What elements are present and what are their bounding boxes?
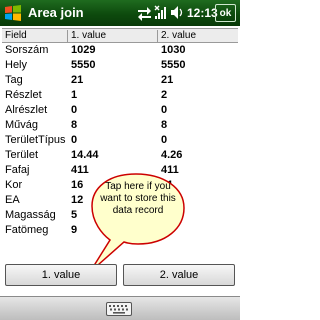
field-name: Terület: [5, 149, 39, 161]
value-1-cell: 411: [71, 164, 89, 176]
field-name: Sorszám: [5, 44, 49, 56]
value-1-cell: 12: [71, 194, 84, 206]
field-name: Részlet: [5, 89, 42, 101]
value-2-cell: 5550: [161, 59, 186, 71]
callout-text: Tap here if you want to store this data …: [100, 181, 176, 216]
select-value-1-button[interactable]: 1. value: [5, 264, 117, 286]
value-2-cell: 411: [161, 164, 179, 176]
column-header-field[interactable]: Field: [2, 30, 68, 43]
table-row[interactable]: Alrészlet 0 0: [2, 104, 238, 119]
field-name: Hely: [5, 59, 28, 71]
table-row[interactable]: TerületTípus 0 0: [2, 134, 238, 149]
table-row[interactable]: Sorszám 1029 1030: [2, 44, 238, 59]
table-row[interactable]: Művág 8 8: [2, 119, 238, 134]
windows-flag-icon[interactable]: [3, 3, 23, 23]
table-row[interactable]: Fatömeg 9: [2, 224, 238, 239]
table-row[interactable]: Terület 14.44 4.26: [2, 149, 238, 164]
field-name: Kor: [5, 179, 23, 191]
menu-bar: [0, 296, 240, 320]
connectivity-arrows-icon[interactable]: [137, 6, 152, 21]
table-row[interactable]: Hely 5550 5550: [2, 59, 238, 74]
table-row[interactable]: Részlet 1 2: [2, 89, 238, 104]
field-name: EA: [5, 194, 20, 206]
field-name: Alrészlet: [5, 104, 48, 116]
field-name: TerületTípus: [5, 134, 66, 146]
field-name: Fafaj: [5, 164, 30, 176]
field-name: Tag: [5, 74, 23, 86]
column-header-value-1[interactable]: 1. value: [68, 30, 158, 43]
value-2-cell: 0: [161, 134, 168, 146]
value-2-cell: 4.26: [161, 149, 183, 161]
keyboard-icon[interactable]: [106, 302, 132, 316]
value-1-cell: 0: [71, 134, 78, 146]
value-1-cell: 5: [71, 209, 78, 221]
grid-header: Field 1. value 2. value: [2, 28, 238, 43]
value-2-cell: 2: [161, 89, 168, 101]
speaker-icon[interactable]: [170, 5, 184, 20]
value-2-cell: 0: [161, 104, 168, 116]
value-1-cell: 1029: [71, 44, 96, 56]
value-2-cell: 1030: [161, 44, 186, 56]
clock[interactable]: 12:13: [187, 6, 218, 20]
field-name: Művág: [5, 119, 39, 131]
value-2-cell: 8: [161, 119, 168, 131]
value-1-cell: 5550: [71, 59, 96, 71]
value-1-cell: 1: [71, 89, 78, 101]
value-2-cell: 21: [161, 74, 174, 86]
field-name: Fatömeg: [5, 224, 49, 236]
table-row[interactable]: Tag 21 21: [2, 74, 238, 89]
value-1-cell: 0: [71, 104, 78, 116]
value-1-cell: 9: [71, 224, 78, 236]
column-header-value-2[interactable]: 2. value: [158, 30, 238, 43]
field-name: Magasság: [5, 209, 56, 221]
ok-button[interactable]: ok: [215, 4, 236, 22]
value-1-cell: 16: [71, 179, 84, 191]
select-value-2-button[interactable]: 2. value: [123, 264, 235, 286]
signal-icon[interactable]: [154, 5, 168, 20]
table-row[interactable]: Fafaj 411 411: [2, 164, 238, 179]
app-title: Area join: [28, 5, 84, 20]
title-bar: Area join 12:13 ok: [0, 0, 240, 26]
value-1-cell: 21: [71, 74, 84, 86]
value-1-cell: 14.44: [71, 149, 99, 161]
value-1-cell: 8: [71, 119, 78, 131]
